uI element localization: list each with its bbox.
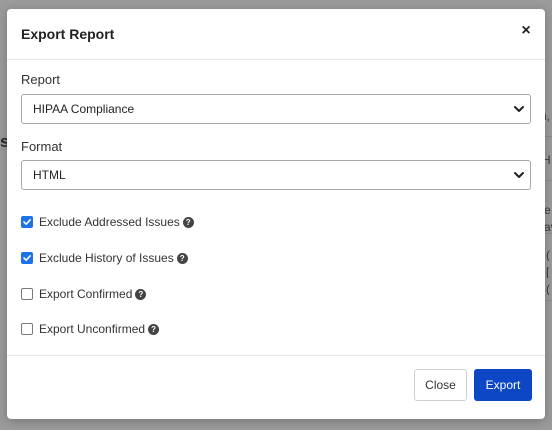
checkbox-label: Exclude History of Issues: [39, 251, 174, 265]
export-button[interactable]: Export: [474, 369, 532, 401]
chevron-down-icon: [514, 106, 524, 112]
exclude-history-of-issues-checkbox[interactable]: Exclude History of Issues ?: [21, 250, 188, 266]
export-unconfirmed-checkbox[interactable]: Export Unconfirmed ?: [21, 321, 160, 337]
report-select-value: HIPAA Compliance: [33, 102, 135, 116]
dialog-header: Export Report ×: [7, 9, 545, 60]
checkbox-checked-icon[interactable]: [21, 216, 33, 228]
question-circle-icon[interactable]: ?: [176, 252, 188, 264]
exclude-addressed-issues-checkbox[interactable]: Exclude Addressed Issues ?: [21, 214, 194, 230]
checkbox-label: Export Unconfirmed: [39, 322, 146, 336]
background-text-fragment: [: [546, 266, 550, 278]
background-divider: [545, 300, 552, 301]
dialog-title: Export Report: [21, 26, 115, 42]
export-report-dialog: Export Report × Report HIPAA Compliance …: [7, 9, 545, 419]
background-text-fragment: (: [546, 249, 550, 261]
background-text-fragment: (: [546, 283, 550, 295]
background-divider: [545, 136, 552, 137]
close-button[interactable]: Close: [414, 369, 467, 401]
background-divider: [545, 233, 552, 234]
dialog-footer: Close Export: [7, 355, 545, 419]
checkbox-checked-icon[interactable]: [21, 252, 33, 264]
format-select-value: HTML: [33, 168, 66, 182]
question-circle-icon[interactable]: ?: [182, 216, 194, 228]
background-text-fragment: av: [544, 221, 552, 233]
checkbox-unchecked-icon[interactable]: [21, 323, 33, 335]
format-select[interactable]: HTML: [21, 160, 531, 190]
close-icon[interactable]: ×: [519, 23, 533, 39]
background-divider: [545, 180, 552, 181]
question-circle-icon[interactable]: ?: [135, 288, 147, 300]
checkbox-label: Export Confirmed: [39, 287, 133, 301]
format-label: Format: [21, 139, 63, 154]
question-circle-icon[interactable]: ?: [148, 323, 160, 335]
report-label: Report: [21, 72, 61, 87]
checkbox-unchecked-icon[interactable]: [21, 288, 33, 300]
checkbox-label: Exclude Addressed Issues: [39, 215, 180, 229]
report-select[interactable]: HIPAA Compliance: [21, 94, 531, 124]
export-confirmed-checkbox[interactable]: Export Confirmed ?: [21, 286, 147, 302]
chevron-down-icon: [514, 172, 524, 178]
background-text-fragment: e: [544, 204, 551, 216]
